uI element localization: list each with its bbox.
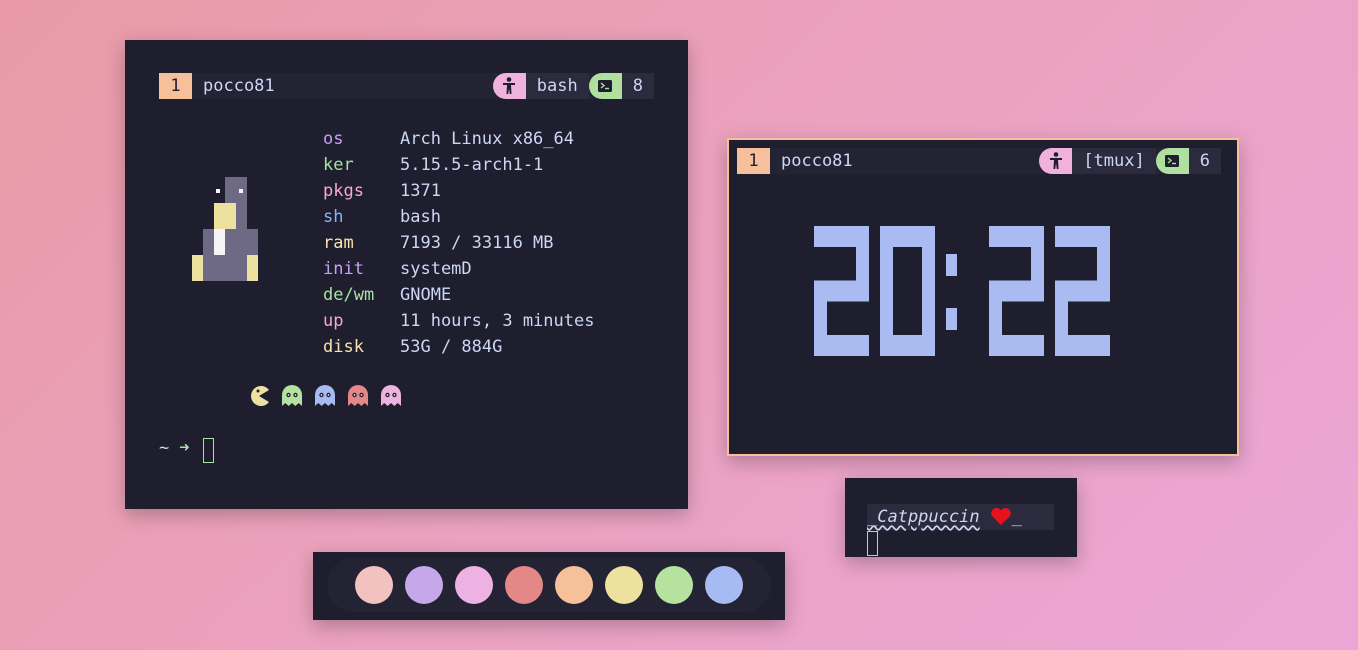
ghost-pink-icon: [381, 385, 401, 406]
fetch-value: bash: [400, 207, 441, 227]
palette-swatch: [655, 566, 693, 604]
fetch-key: os: [323, 129, 344, 149]
fetch-row: disk 53G / 884G: [323, 334, 594, 360]
fetch-value: Arch Linux x86_64: [400, 129, 574, 149]
fetch-value: 53G / 884G: [400, 337, 503, 357]
fetch-key: init: [323, 259, 364, 279]
fetch-row: init systemD: [323, 256, 594, 282]
tmux-clock: [814, 226, 1110, 356]
fetch-row: de/wm GNOME: [323, 282, 594, 308]
pacman-icon: [251, 386, 269, 406]
terminal-window-clock[interactable]: 1 pocco81 [tmux] 6: [727, 138, 1239, 456]
terminal-icon: [1155, 148, 1189, 174]
palette-swatch: [705, 566, 743, 604]
pane-count: 6: [1188, 148, 1221, 174]
fetch-row: up 11 hours, 3 minutes: [323, 308, 594, 334]
fetch-key: ram: [323, 233, 354, 253]
fetch-row: sh bash: [323, 204, 594, 230]
clock-digit: [989, 226, 1044, 356]
fetch-value: 5.15.5-arch1-1: [400, 155, 544, 175]
ghost-green-icon: [282, 385, 302, 406]
clock-digit: [880, 226, 935, 356]
window-index[interactable]: 1: [159, 73, 192, 99]
clock-digit: [1055, 226, 1110, 356]
fetch-info: os Arch Linux x86_64ker 5.15.5-arch1-1 pkgs…: [323, 126, 594, 360]
terminal-window-main[interactable]: 1 pocco81 bash 8 os Arch Linux x86_64ker 5…: [125, 40, 688, 509]
fetch-key: pkgs: [323, 181, 364, 201]
prompt-arrow: ➜: [179, 438, 190, 458]
session-label: [tmux]: [1072, 148, 1156, 174]
shell-label: bash: [525, 73, 589, 99]
pixel-penguin-icon: [192, 177, 258, 281]
ghost-red-icon: [348, 385, 368, 406]
palette-swatch: [605, 566, 643, 604]
palette-swatch: [505, 566, 543, 604]
text-cursor: [203, 438, 214, 463]
fetch-key: disk: [323, 337, 364, 357]
palette-swatch: [405, 566, 443, 604]
hostname: pocco81: [781, 151, 853, 171]
accessibility-icon: [492, 73, 526, 99]
palette-swatch: [555, 566, 593, 604]
ghost-blue-icon: [315, 385, 335, 406]
text-cursor: [867, 531, 878, 556]
fetch-key: ker: [323, 155, 354, 175]
tmux-status-bar: 1 pocco81 [tmux] 6: [737, 148, 1221, 174]
terminal-window-small[interactable]: _Catppuccin _: [845, 478, 1077, 557]
fetch-value: 11 hours, 3 minutes: [400, 311, 595, 331]
prompt-tilde: ~: [159, 438, 170, 458]
clock-colon-dot: [946, 254, 957, 276]
tag-suffix: _: [1011, 507, 1022, 527]
fetch-row: os Arch Linux x86_64: [323, 126, 594, 152]
pane-count: 8: [621, 73, 654, 99]
accessibility-icon: [1039, 148, 1073, 174]
tmux-status-bar: 1 pocco81 bash 8: [159, 73, 654, 99]
fetch-key: up: [323, 311, 344, 331]
fetch-value: systemD: [400, 259, 472, 279]
palette-swatch: [455, 566, 493, 604]
window-index[interactable]: 1: [737, 148, 770, 174]
fetch-row: ram 7193 / 33116 MB: [323, 230, 594, 256]
fetch-key: de/wm: [323, 285, 375, 305]
fetch-key: sh: [323, 207, 344, 227]
tag-text: _Catppuccin: [867, 507, 980, 527]
hostname: pocco81: [203, 76, 275, 96]
fetch-row: ker 5.15.5-arch1-1: [323, 152, 594, 178]
fetch-row: pkgs 1371: [323, 178, 594, 204]
palette-window[interactable]: [313, 552, 785, 620]
sprite-row: [248, 385, 402, 407]
fetch-value: 1371: [400, 181, 441, 201]
clock-digit: [814, 226, 869, 356]
catppuccin-tag: _Catppuccin _: [867, 504, 1054, 530]
clock-colon-dot: [946, 308, 957, 330]
fetch-value: 7193 / 33116 MB: [400, 233, 554, 253]
terminal-icon: [588, 73, 622, 99]
fetch-value: GNOME: [400, 285, 452, 305]
heart-icon: [990, 508, 1012, 526]
prompt[interactable]: ~ ➜: [159, 438, 190, 458]
color-palette: [327, 558, 771, 612]
palette-swatch: [355, 566, 393, 604]
